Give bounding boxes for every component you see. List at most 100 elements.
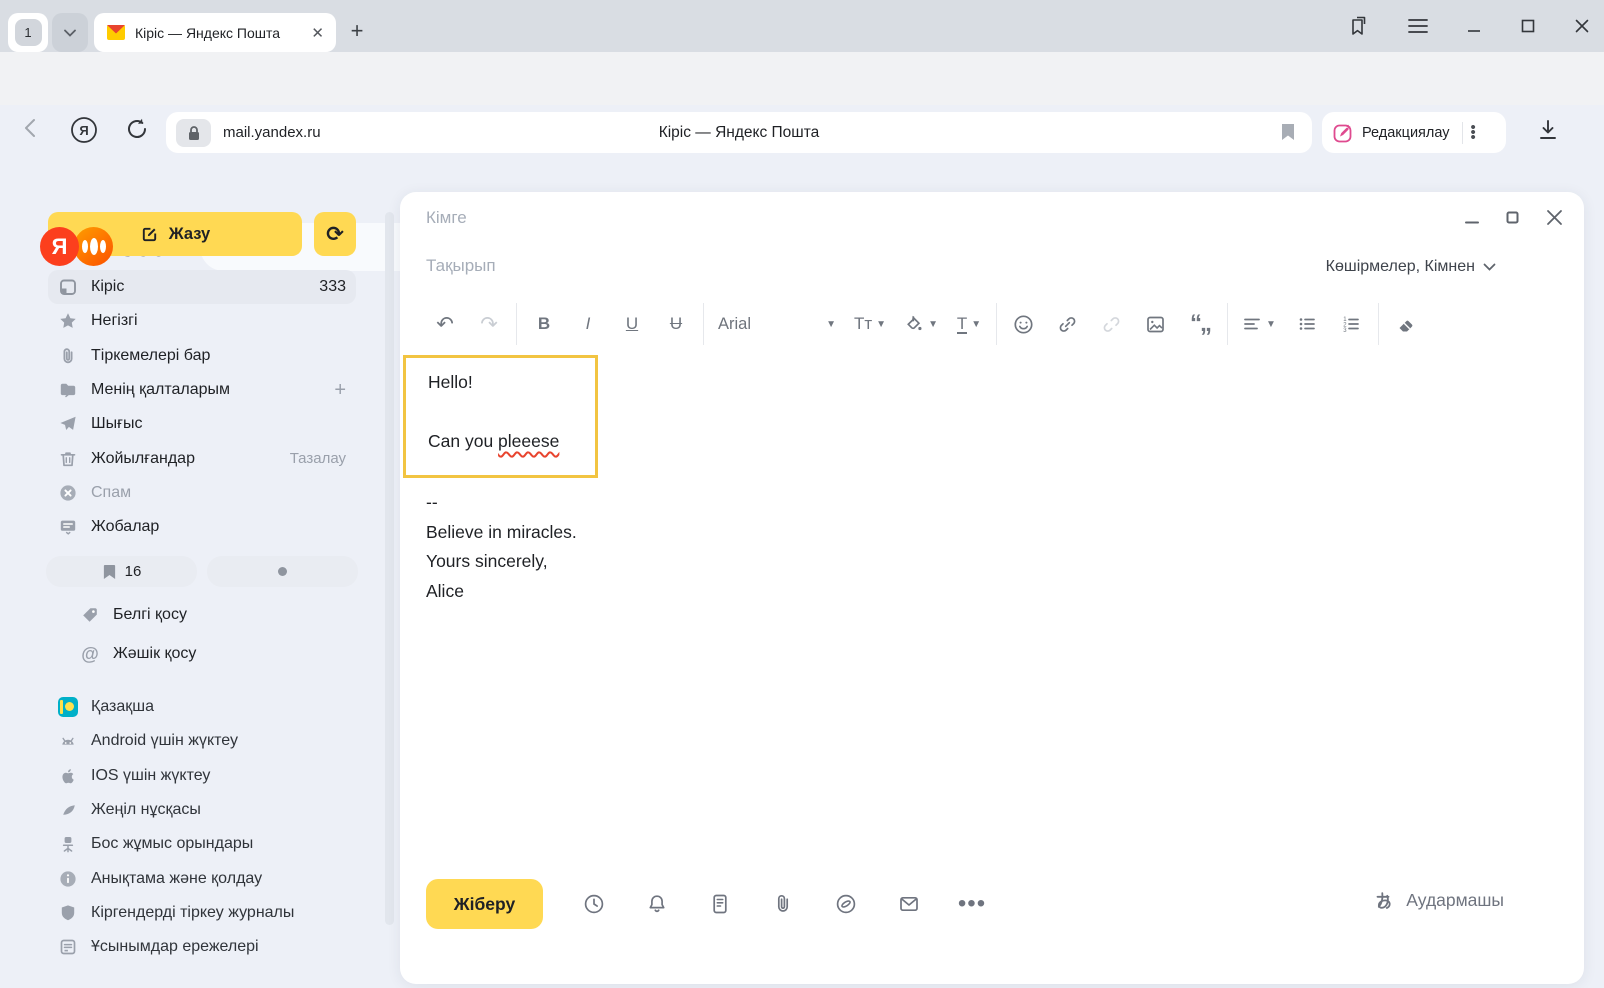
- emoji-button[interactable]: [1011, 308, 1037, 340]
- login-journal-item[interactable]: Кіргендерді тіркеу журналы: [48, 896, 356, 930]
- yandex-mail-favicon: [106, 24, 126, 41]
- bullet-list-button[interactable]: [1294, 308, 1320, 340]
- language-item[interactable]: Қазақша: [48, 690, 356, 724]
- sidebar-item-my-folders[interactable]: Менің қалталарым +: [48, 373, 356, 407]
- close-window-icon[interactable]: [1574, 18, 1590, 34]
- add-mailbox-item[interactable]: @ Жәшік қосу: [80, 637, 356, 671]
- remove-link-button[interactable]: [1099, 308, 1125, 340]
- sidebar-item-spam[interactable]: Спам: [48, 476, 356, 510]
- bookmarks-count: 16: [125, 563, 142, 580]
- translate-icon: [1373, 889, 1396, 912]
- text-color-button[interactable]: T▼: [956, 308, 982, 340]
- insert-link-button[interactable]: [1055, 308, 1081, 340]
- font-size-select[interactable]: Tт▼: [854, 308, 886, 340]
- dot-icon: [278, 567, 287, 576]
- vacancies-item[interactable]: Бос жұмыс орындары: [48, 827, 356, 861]
- light-version-item[interactable]: Жеңіл нұсқасы: [48, 793, 356, 827]
- bold-button[interactable]: B: [531, 308, 557, 340]
- attach-from-disk-button[interactable]: [834, 892, 858, 916]
- bell-icon: [645, 892, 669, 916]
- ios-download-item[interactable]: IOS үшін жүктеу: [48, 759, 356, 793]
- android-icon: [58, 731, 78, 751]
- highlighted-text-box: Hello! Can you pleeese: [403, 355, 598, 478]
- yandex-mail-page: 1 Кіріс — Яндекс Пошта ✕ + Я mail.yandex…: [0, 0, 1604, 988]
- chevron-down-icon: ▼: [826, 319, 836, 330]
- to-field[interactable]: Кімге: [426, 208, 467, 228]
- menu-icon[interactable]: [1408, 18, 1428, 34]
- new-tab-button[interactable]: +: [344, 18, 370, 44]
- send-button[interactable]: Жіберу: [426, 879, 543, 929]
- dot-pill[interactable]: [207, 556, 358, 587]
- cc-from-toggle[interactable]: Көшірмелер, Кімнен: [1326, 258, 1496, 276]
- numbered-list-button[interactable]: 123: [1338, 308, 1364, 340]
- more-options-button[interactable]: •••: [960, 892, 984, 916]
- align-button[interactable]: ▼: [1242, 308, 1276, 340]
- bookmarks-pill[interactable]: 16: [46, 556, 197, 587]
- logo-ya-circle: Я: [40, 227, 79, 266]
- strikethrough-button[interactable]: U: [663, 308, 689, 340]
- italic-button[interactable]: I: [575, 308, 601, 340]
- recommendation-rules-item[interactable]: Ұсынымдар ережелері: [48, 930, 356, 964]
- schedule-send-button[interactable]: [582, 892, 606, 916]
- tab-count-badge: 1: [15, 19, 42, 46]
- trash-icon: [58, 449, 78, 469]
- sidebar-item-projects[interactable]: Жобалар: [48, 510, 356, 544]
- android-download-item[interactable]: Android үшін жүктеу: [48, 724, 356, 758]
- body-greeting: Hello!: [428, 372, 473, 393]
- translator-button[interactable]: Аудармашы: [1373, 889, 1504, 912]
- sidebar-item-inbox[interactable]: Кіріс 333: [48, 270, 356, 304]
- refresh-icon: ⟳: [326, 222, 344, 247]
- compose-close-icon[interactable]: [1545, 208, 1564, 227]
- redo-button[interactable]: ↷: [476, 308, 502, 340]
- mail-header: Я 360 Іздестіру Пошта Диск Құжаттар: [0, 105, 1604, 190]
- tab-list-chevron-button[interactable]: [52, 13, 88, 52]
- signature-line: Believe in miracles.: [426, 518, 577, 548]
- formatting-toolbar: ↶ ↷ B I U U Arial ▼ Tт▼ ▼ T▼: [432, 302, 1419, 346]
- quote-button[interactable]: “„: [1187, 308, 1213, 340]
- minimize-window-icon[interactable]: [1466, 18, 1482, 34]
- attach-file-button[interactable]: [771, 892, 795, 916]
- compose-window: Кімге Тақырып Көшірмелер, Кімнен ↶ ↷ B I…: [400, 192, 1584, 984]
- add-folder-icon[interactable]: +: [334, 379, 346, 402]
- template-icon: [708, 892, 732, 916]
- underline-button[interactable]: U: [619, 308, 645, 340]
- sidebar-scrollbar[interactable]: [385, 212, 394, 925]
- notify-button[interactable]: [645, 892, 669, 916]
- help-support-item[interactable]: Анықтама және қолдау: [48, 861, 356, 895]
- compose-minimize-icon[interactable]: [1464, 210, 1480, 226]
- signature-block: -- Believe in miracles. Yours sincerely,…: [426, 488, 577, 606]
- template-button[interactable]: [708, 892, 732, 916]
- eraser-icon: [1395, 314, 1416, 335]
- body-sentence: Can you pleeese: [428, 431, 559, 452]
- sidebar-item-trash[interactable]: Жойылғандар Тазалау: [48, 441, 356, 475]
- compose-bottom-bar: Жіберу •••: [426, 879, 984, 929]
- tab-group-button[interactable]: 1: [8, 13, 48, 52]
- misspelled-word: pleeese: [498, 431, 559, 451]
- chevron-down-icon: [64, 29, 76, 37]
- sidebar-item-sent[interactable]: Шығыс: [48, 407, 356, 441]
- insert-image-button[interactable]: [1143, 308, 1169, 340]
- undo-button[interactable]: ↶: [432, 308, 458, 340]
- sidebar-item-with-attachments[interactable]: Тіркемелері бар: [48, 339, 356, 373]
- paper-plane-icon: [58, 414, 78, 434]
- signature-separator: --: [426, 488, 577, 518]
- browser-tab[interactable]: Кіріс — Яндекс Пошта ✕: [94, 13, 336, 52]
- clear-trash-link[interactable]: Тазалау: [290, 450, 346, 467]
- sidebar-item-primary[interactable]: Негізгі: [48, 304, 356, 338]
- fill-color-button[interactable]: ▼: [904, 308, 938, 340]
- font-family-select[interactable]: Arial ▼: [718, 315, 836, 334]
- tab-close-icon[interactable]: ✕: [311, 24, 324, 42]
- folder-list: Кіріс 333 Негізгі Тіркемелері бар Менің …: [48, 270, 356, 544]
- apple-icon: [58, 766, 78, 786]
- sidebar-footer-links: Қазақша Android үшін жүктеу IOS үшін жүк…: [48, 690, 356, 964]
- compose-restore-icon[interactable]: [1506, 211, 1519, 224]
- subject-field[interactable]: Тақырып: [426, 256, 496, 276]
- maximize-window-icon[interactable]: [1520, 18, 1536, 34]
- info-icon: [58, 869, 78, 889]
- attach-from-mail-button[interactable]: [897, 892, 921, 916]
- bookmarks-panel-icon[interactable]: [1348, 15, 1370, 37]
- clear-formatting-button[interactable]: [1393, 308, 1419, 340]
- paperclip-icon: [58, 346, 78, 366]
- add-tag-item[interactable]: Белгі қосу: [80, 598, 356, 632]
- refresh-button[interactable]: ⟳: [314, 212, 356, 256]
